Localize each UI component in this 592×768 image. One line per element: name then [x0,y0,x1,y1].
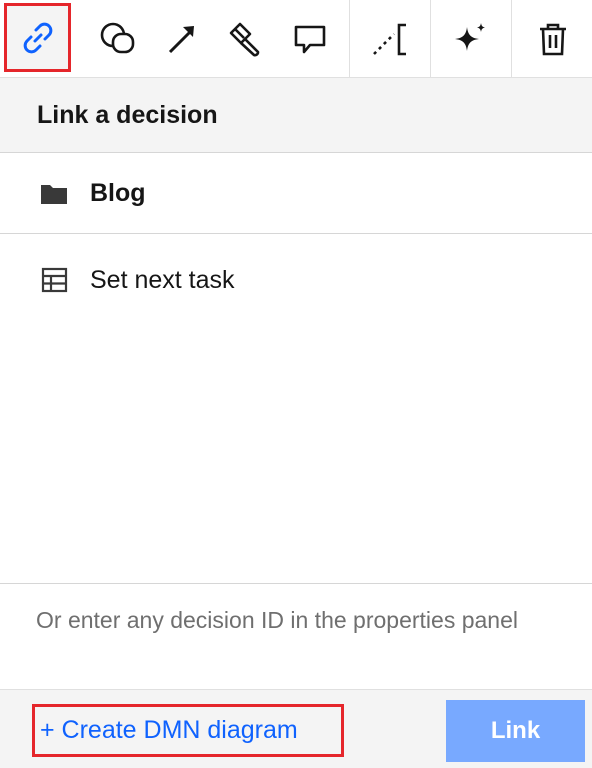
annotation-button[interactable] [352,0,428,78]
panel-header: Link a decision [0,78,592,153]
toolbar-divider [430,0,431,78]
decision-label: Set next task [90,265,235,294]
link-button[interactable]: Link [446,700,585,762]
hint-area: Or enter any decision ID in the properti… [0,583,592,689]
text-annotation-icon [373,23,406,56]
table-icon [39,265,69,295]
connect-arrow-icon [168,26,194,54]
link-icon [23,22,52,53]
create-dmn-diagram-link[interactable]: + Create DMN diagram [32,704,344,757]
ai-sparkle-icon [455,23,485,51]
decision-item-set-next-task[interactable]: Set next task [0,235,592,325]
panel-title: Link a decision [37,100,218,129]
toolbar [0,0,592,78]
link-decision-panel: Link a decision Blog Set next task Or en… [0,78,592,768]
trash-icon [539,23,566,56]
toolbar-divider [511,0,512,78]
comment-button[interactable] [272,0,348,78]
format-button[interactable] [210,0,280,78]
toolbar-divider [349,0,350,78]
shapes-icon [100,22,135,54]
folder-label: Blog [90,179,146,207]
panel-footer: + Create DMN diagram Link [0,689,592,768]
folder-icon [39,179,69,209]
link-button[interactable] [4,3,71,72]
folder-item-blog[interactable]: Blog [0,154,592,234]
connect-button[interactable] [146,0,216,78]
ai-button[interactable] [432,0,510,78]
delete-button[interactable] [513,0,592,78]
comment-icon [294,25,326,54]
paint-brush-icon [229,22,260,57]
hint-text: Or enter any decision ID in the properti… [36,607,518,633]
shapes-button[interactable] [80,0,154,78]
